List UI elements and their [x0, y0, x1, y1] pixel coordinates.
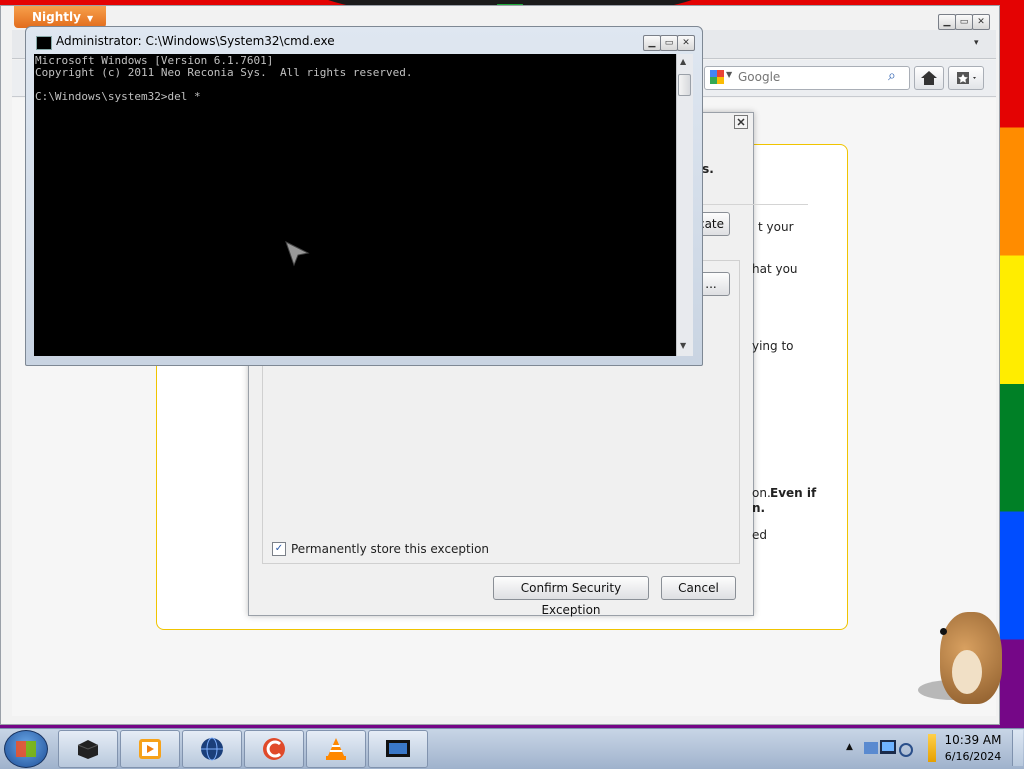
bookmark-star-icon [957, 72, 976, 84]
bookmarks-button[interactable] [948, 66, 984, 90]
cmd-title: Administrator: C:\Windows\System32\cmd.e… [56, 34, 335, 48]
search-input[interactable] [738, 69, 878, 85]
scrollbar-thumb[interactable] [678, 74, 691, 96]
minimize-button[interactable]: ▁ [938, 14, 956, 30]
home-button[interactable] [914, 66, 944, 90]
dialog-text-fragment: n. [752, 501, 766, 515]
google-icon [710, 70, 724, 84]
hamster-eye [940, 628, 947, 635]
taskbar-app-browser[interactable] [182, 730, 242, 768]
close-button[interactable]: ✕ [972, 14, 990, 30]
console-line: C:\Windows\system32>del * [35, 90, 201, 103]
tray-volume-icon[interactable] [928, 734, 936, 762]
permanent-exception-checkbox[interactable]: ✓ [272, 542, 286, 556]
cmd-minimize-button[interactable]: ▁ [643, 35, 661, 51]
globe-icon [201, 737, 223, 761]
nightly-menu-button[interactable]: Nightly ▼ [14, 6, 106, 28]
permanent-exception-label[interactable]: Permanently store this exception [291, 542, 489, 556]
clock-date[interactable]: 6/16/2024 [936, 750, 1010, 763]
dialog-text-fragment: Even if [770, 486, 817, 500]
windows-logo-icon [16, 741, 36, 757]
chevron-down-icon: ▼ [86, 14, 94, 23]
start-button[interactable] [4, 730, 48, 768]
cmd-app-icon [77, 740, 99, 759]
cmd-close-button[interactable]: ✕ [677, 35, 695, 51]
dialog-text-fragment: hat you [752, 262, 798, 276]
tab-list-icon[interactable]: ▾ [974, 38, 979, 48]
vlc-icon [326, 738, 346, 760]
ccleaner-icon [263, 738, 285, 760]
cmd-maximize-button[interactable]: ▭ [660, 35, 678, 51]
dialog-text-fragment: ed [752, 528, 767, 542]
console-line: Copyright (c) 2011 Neo Reconia Sys. All … [35, 66, 413, 79]
cancel-label: Cancel [678, 581, 719, 595]
monitor-icon [386, 740, 410, 757]
cancel-button[interactable]: Cancel [661, 576, 736, 600]
show-desktop-button[interactable] [1012, 730, 1023, 766]
tray-network-icon[interactable] [862, 734, 918, 762]
clock-time[interactable]: 10:39 AM [936, 733, 1010, 747]
dialog-close-icon[interactable] [734, 115, 748, 129]
console-text: Microsoft Windows [Version 6.1.7601] Cop… [35, 55, 413, 103]
confirm-security-exception-button[interactable]: Confirm Security Exception [493, 576, 649, 617]
taskbar-app-ccleaner[interactable] [244, 730, 304, 768]
scroll-down-icon[interactable]: ▼ [680, 341, 686, 350]
dialog-text-fragment: on. [752, 486, 771, 500]
console-scrollbar[interactable] [676, 54, 693, 356]
mouse-cursor-icon [285, 241, 310, 267]
taskbar-app-media-player[interactable] [120, 730, 180, 768]
hamster-belly [952, 650, 982, 694]
home-icon [921, 71, 937, 85]
search-icon[interactable]: ⌕ [888, 68, 896, 84]
dialog-text-fragment: ying to [752, 339, 794, 353]
divider [700, 204, 808, 205]
nightly-label: Nightly [32, 10, 81, 24]
tray-expand-icon[interactable]: ▲ [846, 742, 853, 752]
cmd-icon [36, 36, 52, 50]
dialog-text-fragment: t your [758, 220, 794, 234]
media-player-icon [139, 739, 161, 759]
view-certificate-label: ... [705, 277, 717, 291]
maximize-button[interactable]: ▭ [955, 14, 973, 30]
taskbar-app-remote-desktop[interactable] [368, 730, 428, 768]
search-engine-dropdown-icon[interactable]: ▼ [726, 70, 732, 79]
taskbar-app-vlc[interactable] [306, 730, 366, 768]
taskbar-app-cmd[interactable] [58, 730, 118, 768]
scroll-up-icon[interactable]: ▲ [680, 57, 686, 66]
